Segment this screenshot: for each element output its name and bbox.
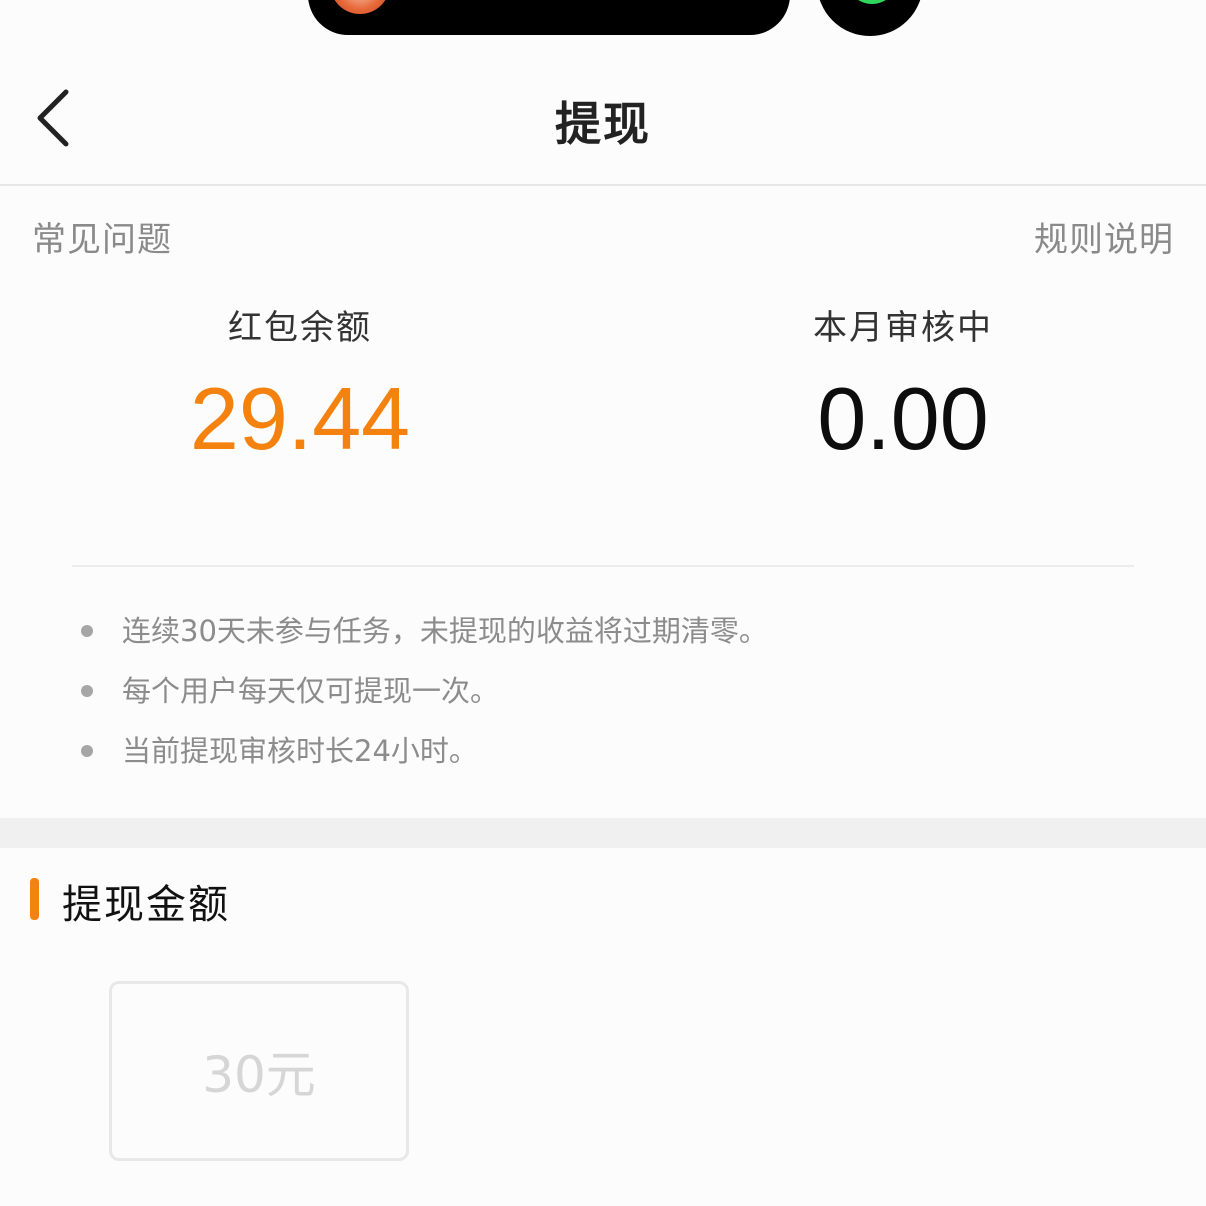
reviewing-label: 本月审核中 [813, 308, 993, 348]
notes-list: 连续30天未参与任务，未提现的收益将过期清零。 每个用户每天仅可提现一次。 当前… [78, 608, 768, 788]
note-text: 连续30天未参与任务，未提现的收益将过期清零。 [122, 614, 768, 648]
section-separator [0, 818, 1206, 848]
faq-link[interactable]: 常见问题 [32, 212, 172, 261]
bullet-icon [81, 745, 93, 757]
rules-link[interactable]: 规则说明 [1034, 212, 1174, 261]
amount-option-label: 30元 [202, 1046, 316, 1104]
divider [72, 565, 1134, 567]
balance-value: 29.44 [189, 369, 411, 468]
list-item: 每个用户每天仅可提现一次。 [78, 668, 768, 728]
note-text: 每个用户每天仅可提现一次。 [122, 674, 500, 708]
section-title: 提现金额 [62, 882, 230, 928]
bullet-icon [81, 625, 93, 637]
amount-option-button[interactable]: 30元 [109, 981, 409, 1161]
note-text: 当前提现审核时长24小时。 [122, 734, 478, 768]
list-item: 连续30天未参与任务，未提现的收益将过期清零。 [78, 608, 768, 668]
reviewing-stat: 本月审核中 0.00 [703, 300, 1103, 467]
list-item: 当前提现审核时长24小时。 [78, 728, 768, 788]
section-accent-bar [30, 878, 39, 920]
page-title: 提现 [555, 97, 651, 151]
dynamic-island-indicator [817, 0, 923, 36]
withdraw-page: 提现 常见问题 规则说明 红包余额 29.44 本月审核中 0.00 连续30天… [0, 0, 1206, 1206]
nav-bar: 提现 [0, 60, 1206, 186]
reviewing-value: 0.00 [817, 369, 989, 468]
bullet-icon [81, 685, 93, 697]
balance-label: 红包余额 [228, 308, 372, 348]
balance-stat: 红包余额 29.44 [100, 300, 500, 467]
